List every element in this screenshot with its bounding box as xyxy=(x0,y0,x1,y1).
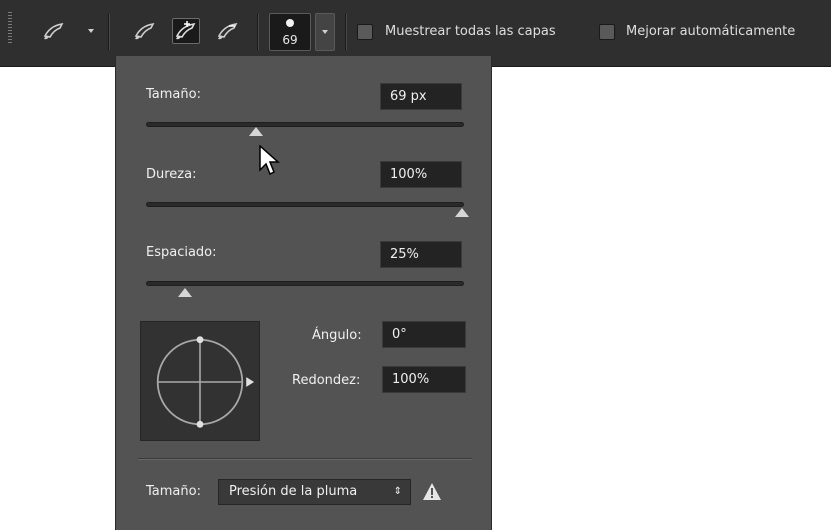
mouse-pointer-icon xyxy=(258,144,282,179)
brush-angle-roundness-preview[interactable] xyxy=(140,321,260,441)
brush-preset-picker[interactable]: 69 xyxy=(269,13,311,51)
tool-preset-chevron-icon[interactable] xyxy=(88,29,94,33)
panel-divider xyxy=(138,458,472,460)
sample-all-layers-checkbox[interactable] xyxy=(357,24,373,40)
size-control-label: Tamaño: xyxy=(146,484,201,499)
spacing-input[interactable]: 25% xyxy=(380,241,462,268)
add-to-selection-icon[interactable] xyxy=(172,18,200,44)
warning-icon xyxy=(422,482,442,502)
spacing-slider-thumb[interactable] xyxy=(178,288,192,297)
new-selection-icon[interactable] xyxy=(133,20,157,42)
toolbar-separator xyxy=(257,14,259,50)
roundness-label: Redondez: xyxy=(292,373,361,388)
brush-preset-size: 69 xyxy=(282,33,298,47)
select-arrows-icon: ⇕ xyxy=(393,486,402,497)
hardness-slider-track[interactable] xyxy=(146,202,464,207)
size-slider-thumb[interactable] xyxy=(249,127,263,136)
brush-picker-panel: Tamaño: 69 px Dureza: 100% Espaciado: 25… xyxy=(115,56,492,530)
toolbar-grip[interactable] xyxy=(8,12,12,44)
auto-enhance-label[interactable]: Mejorar automáticamente xyxy=(626,24,795,39)
spacing-label: Espaciado: xyxy=(146,245,217,260)
auto-enhance-checkbox[interactable] xyxy=(599,24,615,40)
angle-label: Ángulo: xyxy=(312,328,362,343)
angle-input[interactable]: 0° xyxy=(382,321,466,348)
size-control-select[interactable]: Presión de la pluma ⇕ xyxy=(218,479,411,505)
spacing-slider-track[interactable] xyxy=(146,281,464,286)
hardness-slider-thumb[interactable] xyxy=(455,208,469,217)
toolbar-separator xyxy=(345,14,347,50)
brush-tool-icon[interactable] xyxy=(42,20,66,42)
brush-preset-dropdown-button[interactable] xyxy=(315,13,335,51)
sample-all-layers-label[interactable]: Muestrear todas las capas xyxy=(385,24,556,39)
roundness-input[interactable]: 100% xyxy=(382,366,466,393)
brush-tip-icon xyxy=(286,19,294,27)
hardness-input[interactable]: 100% xyxy=(380,161,462,188)
subtract-from-selection-icon[interactable] xyxy=(216,20,240,42)
hardness-label: Dureza: xyxy=(146,167,197,182)
size-label: Tamaño: xyxy=(146,87,201,102)
toolbar-separator xyxy=(108,14,110,50)
size-control-value: Presión de la pluma xyxy=(229,484,358,499)
chevron-down-icon xyxy=(322,30,328,34)
size-input[interactable]: 69 px xyxy=(380,83,462,110)
size-slider-track[interactable] xyxy=(146,122,464,127)
